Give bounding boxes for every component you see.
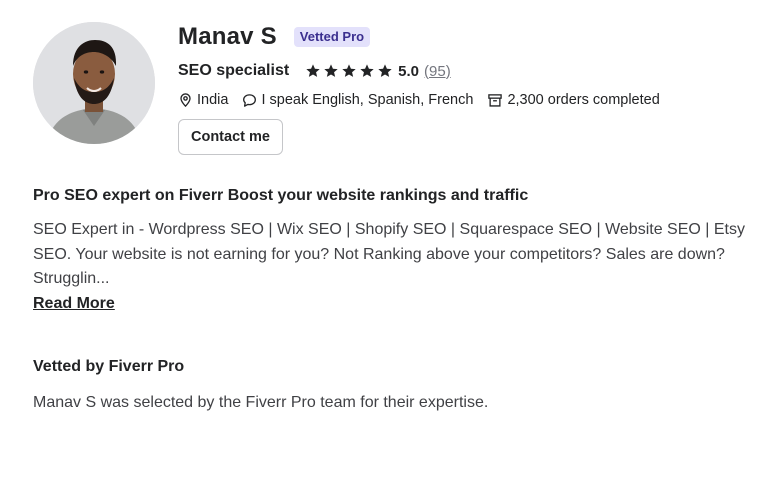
vetted-section-title: Vetted by Fiverr Pro — [33, 358, 185, 375]
star-icon — [359, 63, 375, 79]
location-text: India — [197, 92, 229, 108]
meta-row: India I speak English, Spanish, French 2… — [178, 91, 674, 109]
contact-me-button[interactable]: Contact me — [178, 119, 283, 155]
seller-profile-header: Manav S Vetted Pro SEO specialist 5.0 (9… — [33, 22, 674, 155]
reviews-link[interactable]: (95) — [424, 63, 451, 80]
title-row: SEO specialist 5.0 (95) — [178, 61, 674, 81]
star-icon — [323, 63, 339, 79]
gig-headline: Pro SEO expert on Fiverr Boost your webs… — [33, 187, 529, 204]
speech-bubble-icon — [242, 93, 261, 108]
location: India — [178, 92, 228, 108]
languages: I speak English, Spanish, French — [242, 92, 473, 108]
location-pin-icon — [178, 92, 197, 108]
star-icon — [341, 63, 357, 79]
read-more-link[interactable]: Read More — [33, 295, 115, 313]
vetted-section-text: Manav S was selected by the Fiverr Pro t… — [33, 394, 489, 411]
orders: 2,300 orders completed — [487, 92, 660, 108]
seller-name[interactable]: Manav S — [178, 23, 277, 51]
gig-description: SEO Expert in - Wordpress SEO | Wix SEO … — [33, 221, 745, 287]
profile-info: Manav S Vetted Pro SEO specialist 5.0 (9… — [178, 22, 674, 155]
name-row: Manav S Vetted Pro — [178, 22, 674, 52]
rating-stars — [305, 63, 393, 79]
box-icon — [487, 93, 507, 108]
star-icon — [377, 63, 393, 79]
star-icon — [305, 63, 321, 79]
orders-text: 2,300 orders completed — [507, 92, 660, 108]
vetted-pro-badge: Vetted Pro — [293, 27, 371, 47]
seller-title: SEO specialist — [178, 62, 290, 79]
rating-value: 5.0 — [398, 62, 420, 80]
avatar[interactable] — [33, 22, 155, 144]
languages-text: I speak English, Spanish, French — [261, 92, 474, 108]
